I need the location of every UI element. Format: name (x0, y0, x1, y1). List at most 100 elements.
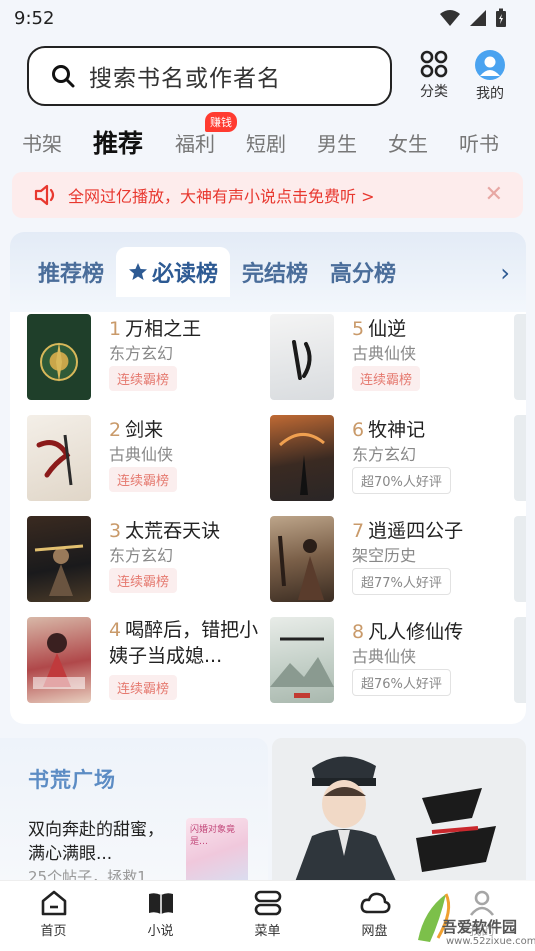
tab-high-score-rank[interactable]: 高分榜 (330, 256, 396, 288)
officer-illustration-icon (272, 738, 526, 890)
book-title: 1 万相之王 (109, 318, 202, 340)
next-column-peek (514, 617, 526, 703)
notice-text: 全网过亿播放，大神有声小说点击免费听 > (68, 187, 375, 206)
book-title: 5 仙逆 (352, 318, 407, 340)
status-time: 9:52 (14, 7, 55, 29)
book-tag: 连续霸榜 (109, 675, 178, 700)
nav-cloud-label: 网盘 (361, 924, 388, 939)
nav-novel-label: 小说 (147, 924, 174, 939)
book-genre: 古典仙侠 (109, 445, 174, 464)
status-bar: 9:52 (0, 0, 535, 36)
compass-emblem-icon (40, 342, 78, 382)
book-item[interactable]: 1 万相之王 东方玄幻 连续霸榜 (27, 314, 267, 402)
book-square-title: 书荒广场 (28, 768, 116, 792)
profile-button[interactable]: 我的 (465, 50, 515, 103)
book-genre: 古典仙侠 (352, 344, 417, 363)
book-title: 6 牧神记 (352, 419, 426, 441)
banner-text: 终极 (422, 808, 424, 809)
status-icons (439, 8, 507, 28)
book-title: 4 喝醉后，错把小姨子当成媳... (109, 619, 259, 667)
battery-icon (496, 8, 506, 27)
scholar-figure-icon (278, 535, 324, 600)
book-item[interactable]: 3 太荒吞天诀 东方玄幻 连续霸榜 (27, 516, 267, 604)
next-column-peek (514, 314, 526, 400)
square-post-title: 双向奔赴的甜蜜，满心满眼... (28, 820, 164, 864)
search-placeholder: 搜索书名或作者名 (89, 66, 281, 92)
book-title: 7 逍遥四公子 (352, 520, 464, 542)
category-label: 分类 (420, 84, 448, 100)
book-tag: 超70%人好评 (352, 467, 451, 494)
tab-recommend[interactable]: 推荐 (93, 124, 175, 160)
ranking-card: 推荐榜 必读榜 完结榜 高分榜 › 1 万相之王 东方玄幻 连续霸榜 2 剑来 古典… (10, 232, 526, 724)
tab-male[interactable]: 男生 (317, 128, 388, 157)
menu-icon (254, 890, 281, 916)
book-genre: 古典仙侠 (352, 647, 417, 666)
calligraphy-icon (292, 340, 312, 380)
wifi-icon (440, 10, 460, 26)
tab-recommend-rank[interactable]: 推荐榜 (38, 256, 104, 288)
tab-welfare[interactable]: 福利 赚钱 (175, 111, 246, 157)
tab-short-drama[interactable]: 短剧 (246, 128, 317, 157)
next-column-peek (514, 415, 526, 501)
book-cover (270, 314, 334, 400)
search-input[interactable]: 搜索书名或作者名 (27, 46, 392, 106)
signal-icon (470, 10, 486, 26)
next-column-peek (514, 516, 526, 602)
book-square-card[interactable]: 书荒广场 双向奔赴的甜蜜，满心满眼... 25个帖子，拯救1 闪婚对象竟是… (0, 738, 268, 888)
channel-tabs: 书架 推荐 福利 赚钱 短剧 男生 女生 听书 (0, 111, 535, 166)
avatar (475, 50, 505, 80)
nav-menu-label: 菜单 (254, 924, 281, 939)
book-tag: 连续霸榜 (109, 467, 178, 492)
cloud-icon (360, 892, 390, 914)
top-bar: 搜索书名或作者名 分类 我的 (0, 40, 535, 112)
book-item[interactable]: 5 仙逆 古典仙侠 连续霸榜 (270, 314, 510, 402)
book-item[interactable]: 2 剑来 古典仙侠 连续霸榜 (27, 415, 267, 503)
book-item[interactable]: 7 逍遥四公子 架空历史 超77%人好评 (270, 516, 510, 604)
book-cover (270, 617, 334, 703)
book-title: 2 剑来 (109, 419, 164, 441)
notice-banner[interactable]: 全网过亿播放，大神有声小说点击免费听 > ✕ (12, 172, 523, 218)
book-item[interactable]: 4 喝醉后，错把小姨子当成媳... 连续霸榜 (27, 617, 267, 717)
tab-finished-rank[interactable]: 完结榜 (242, 256, 308, 288)
book-title: 8 凡人修仙传 (352, 621, 464, 643)
book-item[interactable]: 8 凡人修仙传 古典仙侠 超76%人好评 (270, 617, 510, 705)
book-icon (148, 893, 173, 914)
book-cover (270, 516, 334, 602)
book-tag: 超77%人好评 (352, 568, 451, 595)
nav-novel[interactable]: 小说 (107, 881, 214, 951)
warrior-figure-icon (34, 544, 84, 596)
mountain-scene-icon (270, 637, 334, 698)
book-cover (270, 415, 334, 501)
tab-female[interactable]: 女生 (388, 128, 459, 157)
book-title: 3 太荒吞天诀 (109, 520, 221, 542)
promo-banner[interactable]: 终极 (272, 738, 526, 890)
book-tag: 超76%人好评 (352, 669, 451, 696)
book-tag: 连续霸榜 (109, 366, 178, 391)
earn-badge: 赚钱 (205, 111, 237, 132)
watermark-text: 吾爱软件园 (442, 918, 518, 936)
square-image-text: 闪婚对象竟是… (190, 825, 236, 847)
close-icon[interactable]: ✕ (485, 182, 503, 207)
nav-menu[interactable]: 菜单 (214, 881, 321, 951)
home-icon (41, 890, 66, 916)
search-icon (52, 65, 75, 88)
book-item[interactable]: 6 牧神记 东方玄幻 超70%人好评 (270, 415, 510, 503)
book-tag: 连续霸榜 (109, 568, 178, 593)
book-tag: 连续霸榜 (352, 366, 421, 391)
tab-bookshelf[interactable]: 书架 (22, 128, 93, 157)
chevron-right-icon[interactable]: › (500, 259, 510, 287)
book-genre: 架空历史 (352, 546, 417, 565)
star-icon (129, 263, 148, 280)
tab-audiobook[interactable]: 听书 (459, 128, 530, 157)
book-cover (27, 617, 91, 703)
book-cover (27, 516, 91, 602)
tab-must-read-rank[interactable]: 必读榜 (116, 247, 231, 297)
book-genre: 东方玄幻 (352, 445, 417, 464)
nav-home-label: 首页 (40, 924, 67, 939)
profile-label: 我的 (476, 86, 504, 102)
category-button[interactable]: 分类 (409, 50, 459, 101)
ranking-tabs: 推荐榜 必读榜 完结榜 高分榜 (10, 246, 526, 298)
nav-home[interactable]: 首页 (0, 881, 107, 951)
tab-must-read-label: 必读榜 (152, 262, 219, 287)
speaker-icon (34, 184, 55, 206)
